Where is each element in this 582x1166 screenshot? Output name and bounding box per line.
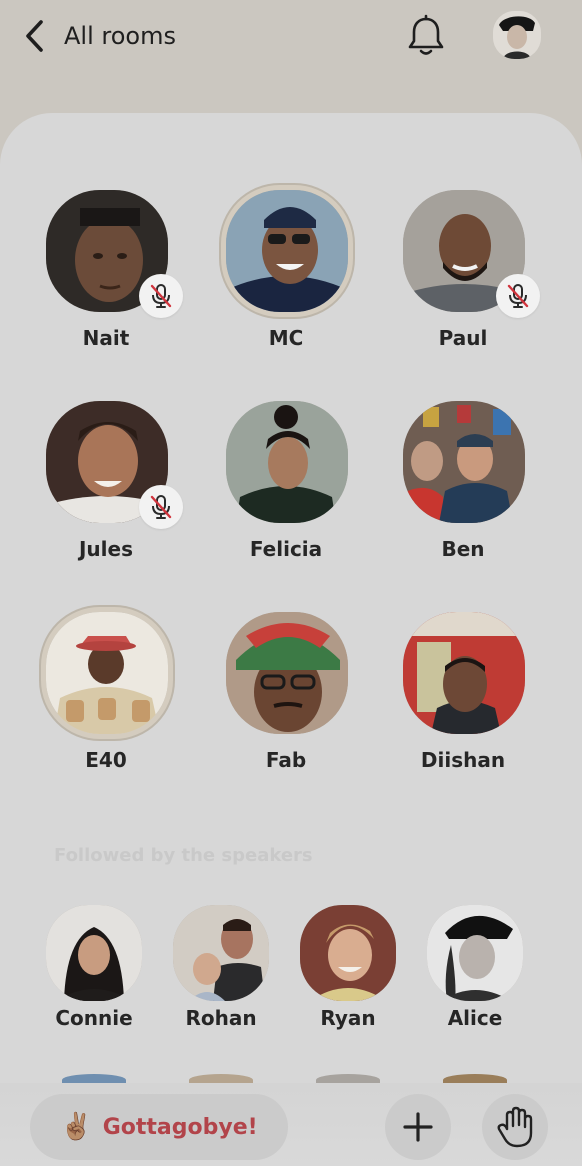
speaker-tile[interactable]: E40 (31, 612, 181, 790)
listener-name: Ryan (320, 1006, 376, 1030)
speaker-name: MC (268, 326, 304, 350)
muted-indicator (139, 274, 183, 318)
add-button[interactable] (385, 1094, 451, 1160)
avatar (427, 905, 523, 1001)
speaker-tile[interactable]: Fab (211, 612, 361, 790)
top-bar: All rooms (0, 0, 582, 110)
speaker-name: Felicia (249, 537, 323, 561)
listener-name: Alice (447, 1006, 503, 1030)
speaker-name: E40 (85, 748, 127, 772)
muted-indicator (139, 485, 183, 529)
speaker-tile[interactable]: Felicia (211, 401, 361, 579)
avatar (403, 401, 525, 523)
speaker-name: Ben (441, 537, 485, 561)
muted-indicator (496, 274, 540, 318)
profile-photo (493, 11, 541, 59)
avatar (173, 905, 269, 1001)
raise-hand-icon (497, 1106, 533, 1148)
listener-tile[interactable]: Connie (34, 905, 154, 1045)
speaker-tile[interactable]: Nait (31, 190, 183, 368)
speaker-tile[interactable]: Paul (388, 190, 540, 368)
speaker-name: Jules (78, 537, 133, 561)
listener-tile[interactable]: Rohan (161, 905, 281, 1045)
back-button[interactable] (14, 14, 56, 58)
speaker-tile[interactable]: Diishan (388, 612, 538, 790)
raise-hand-button[interactable] (482, 1094, 548, 1160)
avatar (46, 905, 142, 1001)
avatar (46, 612, 168, 734)
speaker-tile[interactable]: Jules (31, 401, 183, 579)
speaker-name: Paul (438, 326, 488, 350)
avatar (226, 612, 348, 734)
speaker-name: Nait (82, 326, 130, 350)
chevron-left-icon (26, 20, 43, 52)
notifications-button[interactable] (400, 10, 452, 62)
speaker-name: Fab (265, 748, 307, 772)
avatar (403, 612, 525, 734)
mic-muted-icon (150, 495, 172, 519)
profile-avatar[interactable] (493, 11, 541, 59)
mic-muted-icon (507, 284, 529, 308)
speaker-tile[interactable]: MC (211, 190, 361, 368)
peace-sign-icon: ✌🏽 (60, 1112, 93, 1142)
listener-tile[interactable]: Ryan (288, 905, 408, 1045)
mic-muted-icon (150, 284, 172, 308)
avatar (226, 401, 348, 523)
listener-name: Rohan (185, 1006, 257, 1030)
all-rooms-link[interactable]: All rooms (64, 20, 176, 52)
listener-name: Connie (55, 1006, 133, 1030)
speaker-tile[interactable]: Ben (388, 401, 538, 579)
bell-icon (408, 14, 444, 55)
speaker-name: Diishan (420, 748, 506, 772)
followed-by-speakers-heading: Followed by the speakers (54, 845, 313, 866)
avatar (300, 905, 396, 1001)
leave-room-label: Gottagobye! (102, 1114, 258, 1140)
plus-icon (403, 1112, 433, 1142)
leave-room-button[interactable]: ✌🏽 Gottagobye! (30, 1094, 288, 1160)
room-panel: Nait MC Paul Jules Felicia Ben E40 Fab D… (0, 113, 582, 1166)
avatar (226, 190, 348, 312)
listener-tile[interactable]: Alice (415, 905, 535, 1045)
